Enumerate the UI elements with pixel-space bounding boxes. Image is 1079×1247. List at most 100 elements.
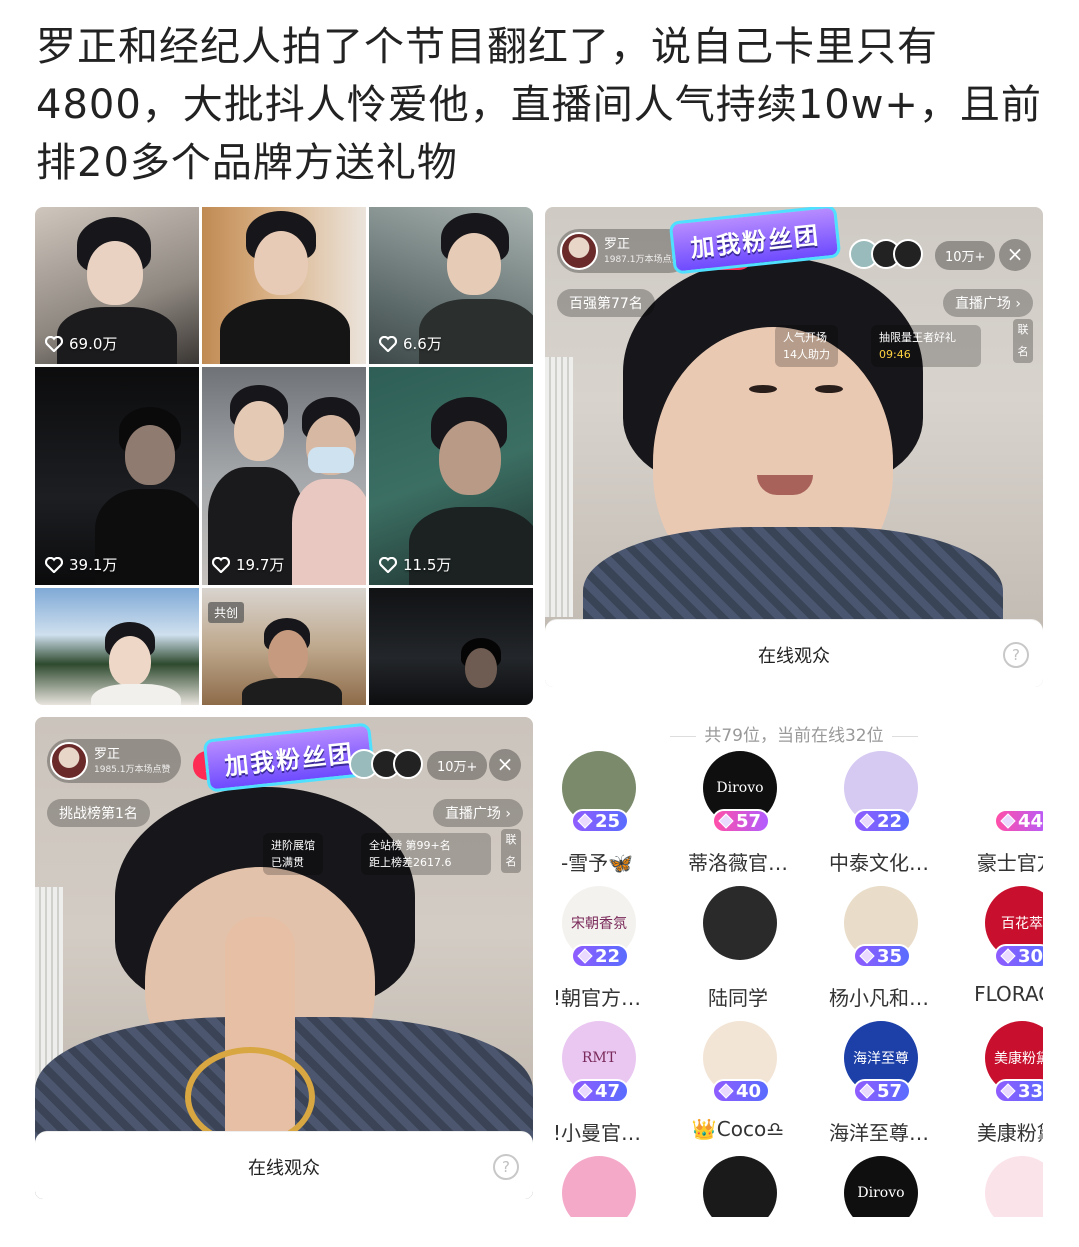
user-name[interactable]: 中泰文化…: [817, 847, 941, 876]
user-avatar[interactable]: [562, 1156, 636, 1217]
fan-level-badge: 35: [853, 944, 911, 968]
video-thumb[interactable]: [202, 207, 366, 364]
info-line: 距上榜差2617.6: [369, 856, 452, 869]
like-count-text: 39.1万: [69, 556, 118, 574]
live-square-link[interactable]: 直播广场 ›: [432, 799, 523, 827]
diamond-icon: [577, 813, 593, 829]
audience-user[interactable]: RMT 47 !小曼官…: [545, 1021, 659, 1156]
video-grid: 69.0万 6.6万 39.1万 19.7万 11.5万 共创: [35, 207, 533, 705]
info-line: 14人助力: [783, 348, 830, 361]
user-name[interactable]: !小曼官…: [545, 1117, 659, 1146]
gift-event-info[interactable]: 抽限量王者好礼 09:46: [871, 325, 981, 367]
sheet-title: 在线观众: [248, 1158, 320, 1179]
host-info[interactable]: 罗正 1985.1万本场点赞: [47, 739, 181, 783]
user-name[interactable]: 蒂洛薇官…: [676, 847, 800, 876]
top-viewers[interactable]: [849, 239, 923, 269]
fan-level-number: 35: [877, 945, 903, 967]
video-thumb[interactable]: 19.7万: [202, 367, 366, 585]
audience-user[interactable]: 陆同学: [676, 886, 800, 1021]
diamond-icon: [1000, 948, 1016, 964]
top-viewers[interactable]: [349, 749, 423, 779]
audience-user[interactable]: [676, 1156, 800, 1217]
rank-badge[interactable]: 挑战榜第1名: [47, 799, 150, 827]
audience-user[interactable]: [958, 1156, 1043, 1217]
video-thumb[interactable]: 69.0万: [35, 207, 199, 364]
like-count: 69.0万: [45, 333, 117, 354]
user-name[interactable]: 豪士官方.: [958, 847, 1043, 876]
fan-level-badge: 47: [571, 1079, 629, 1103]
user-avatar[interactable]: [703, 1156, 777, 1217]
user-name[interactable]: -雪予🦋: [545, 847, 659, 876]
like-count-text: 19.7万: [236, 556, 285, 574]
audience-user[interactable]: Dirovo: [817, 1156, 941, 1217]
audience-user[interactable]: Dirovo 57 蒂洛薇官…: [676, 751, 800, 886]
user-avatar[interactable]: [985, 1156, 1043, 1217]
video-thumb[interactable]: 11.5万: [369, 367, 533, 585]
viewer-count[interactable]: 10万+: [935, 241, 996, 270]
viewer-count[interactable]: 10万+: [427, 751, 488, 780]
user-name[interactable]: !朝官方…: [545, 982, 659, 1011]
like-count: 39.1万: [45, 554, 117, 575]
diamond-icon: [577, 948, 593, 964]
user-name[interactable]: FLORACA: [958, 982, 1043, 1006]
audience-user[interactable]: 35 杨小凡和…: [817, 886, 941, 1021]
help-icon[interactable]: ?: [493, 1154, 519, 1180]
fan-level-badge: 44: [994, 809, 1043, 833]
audience-user[interactable]: 25 -雪予🦋: [545, 751, 659, 886]
host-name: 罗正: [94, 747, 121, 762]
audience-user[interactable]: 百花萃30FLORACA: [958, 886, 1043, 1021]
user-avatar[interactable]: Dirovo: [844, 1156, 918, 1217]
user-name[interactable]: 海洋至尊…: [817, 1117, 941, 1146]
close-icon[interactable]: ×: [489, 749, 521, 781]
user-name[interactable]: 杨小凡和…: [817, 982, 941, 1011]
avatar-label: Dirovo: [857, 1185, 905, 1201]
co-brand-tag[interactable]: 联名: [1013, 319, 1033, 363]
info-line: 人气开场: [783, 331, 827, 344]
close-icon[interactable]: ×: [999, 239, 1031, 271]
video-thumb[interactable]: [35, 588, 199, 705]
fan-level-number: 57: [877, 1080, 903, 1102]
user-name[interactable]: 陆同学: [676, 982, 800, 1011]
video-thumb[interactable]: [369, 588, 533, 705]
live-square-label: 直播广场: [954, 296, 1011, 312]
help-icon[interactable]: ?: [1003, 642, 1029, 668]
heart-icon: [45, 335, 63, 352]
host-avatar[interactable]: [560, 232, 598, 270]
upgrade-info[interactable]: 进阶展馆 已满贯: [263, 833, 323, 875]
user-avatar[interactable]: [703, 886, 777, 960]
audience-user[interactable]: 40 👑Coco♎: [676, 1021, 800, 1156]
diamond-icon: [577, 1083, 593, 1099]
audience-user[interactable]: 宋朝香氛 22 !朝官方…: [545, 886, 659, 1021]
audience-user[interactable]: 22 中泰文化…: [817, 751, 941, 886]
live-square-link[interactable]: 直播广场 ›: [942, 289, 1033, 317]
video-thumb[interactable]: 共创: [202, 588, 366, 705]
like-count-text: 6.6万: [403, 335, 442, 353]
like-count-text: 11.5万: [403, 556, 452, 574]
user-name[interactable]: 美康粉黛.: [958, 1117, 1043, 1146]
like-count-text: 69.0万: [69, 335, 118, 353]
fan-level-badge: 57: [712, 809, 770, 833]
info-line: 抽限量王者好礼: [879, 331, 956, 344]
fan-level-number: 47: [595, 1080, 621, 1102]
audience-user[interactable]: 海洋至尊 57 海洋至尊…: [817, 1021, 941, 1156]
audience-user[interactable]: [545, 1156, 659, 1217]
audience-user[interactable]: 美康粉黛33美康粉黛.: [958, 1021, 1043, 1156]
user-name[interactable]: 👑Coco♎: [676, 1117, 800, 1141]
rank-badge[interactable]: 百强第77名: [557, 289, 655, 317]
popularity-info[interactable]: 人气开场 14人助力: [775, 325, 838, 367]
video-thumb[interactable]: 39.1万: [35, 367, 199, 585]
ranking-info[interactable]: 全站榜 第99+名 距上榜差2617.6: [361, 833, 491, 875]
avatar-label: [703, 886, 777, 960]
co-brand-tag[interactable]: 联名: [501, 829, 521, 873]
fan-level-number: 33: [1018, 1080, 1043, 1102]
diamond-icon: [1000, 813, 1016, 829]
diamond-icon: [859, 948, 875, 964]
audience-user[interactable]: 44 豪士官方.: [958, 751, 1043, 886]
fan-level-number: 25: [595, 810, 621, 832]
video-thumb[interactable]: 6.6万: [369, 207, 533, 364]
fan-level-badge: 30: [994, 944, 1043, 968]
diamond-icon: [1000, 1083, 1016, 1099]
fan-level-badge: 40: [712, 1079, 770, 1103]
host-avatar[interactable]: [50, 742, 88, 780]
fan-level-badge: 57: [853, 1079, 911, 1103]
